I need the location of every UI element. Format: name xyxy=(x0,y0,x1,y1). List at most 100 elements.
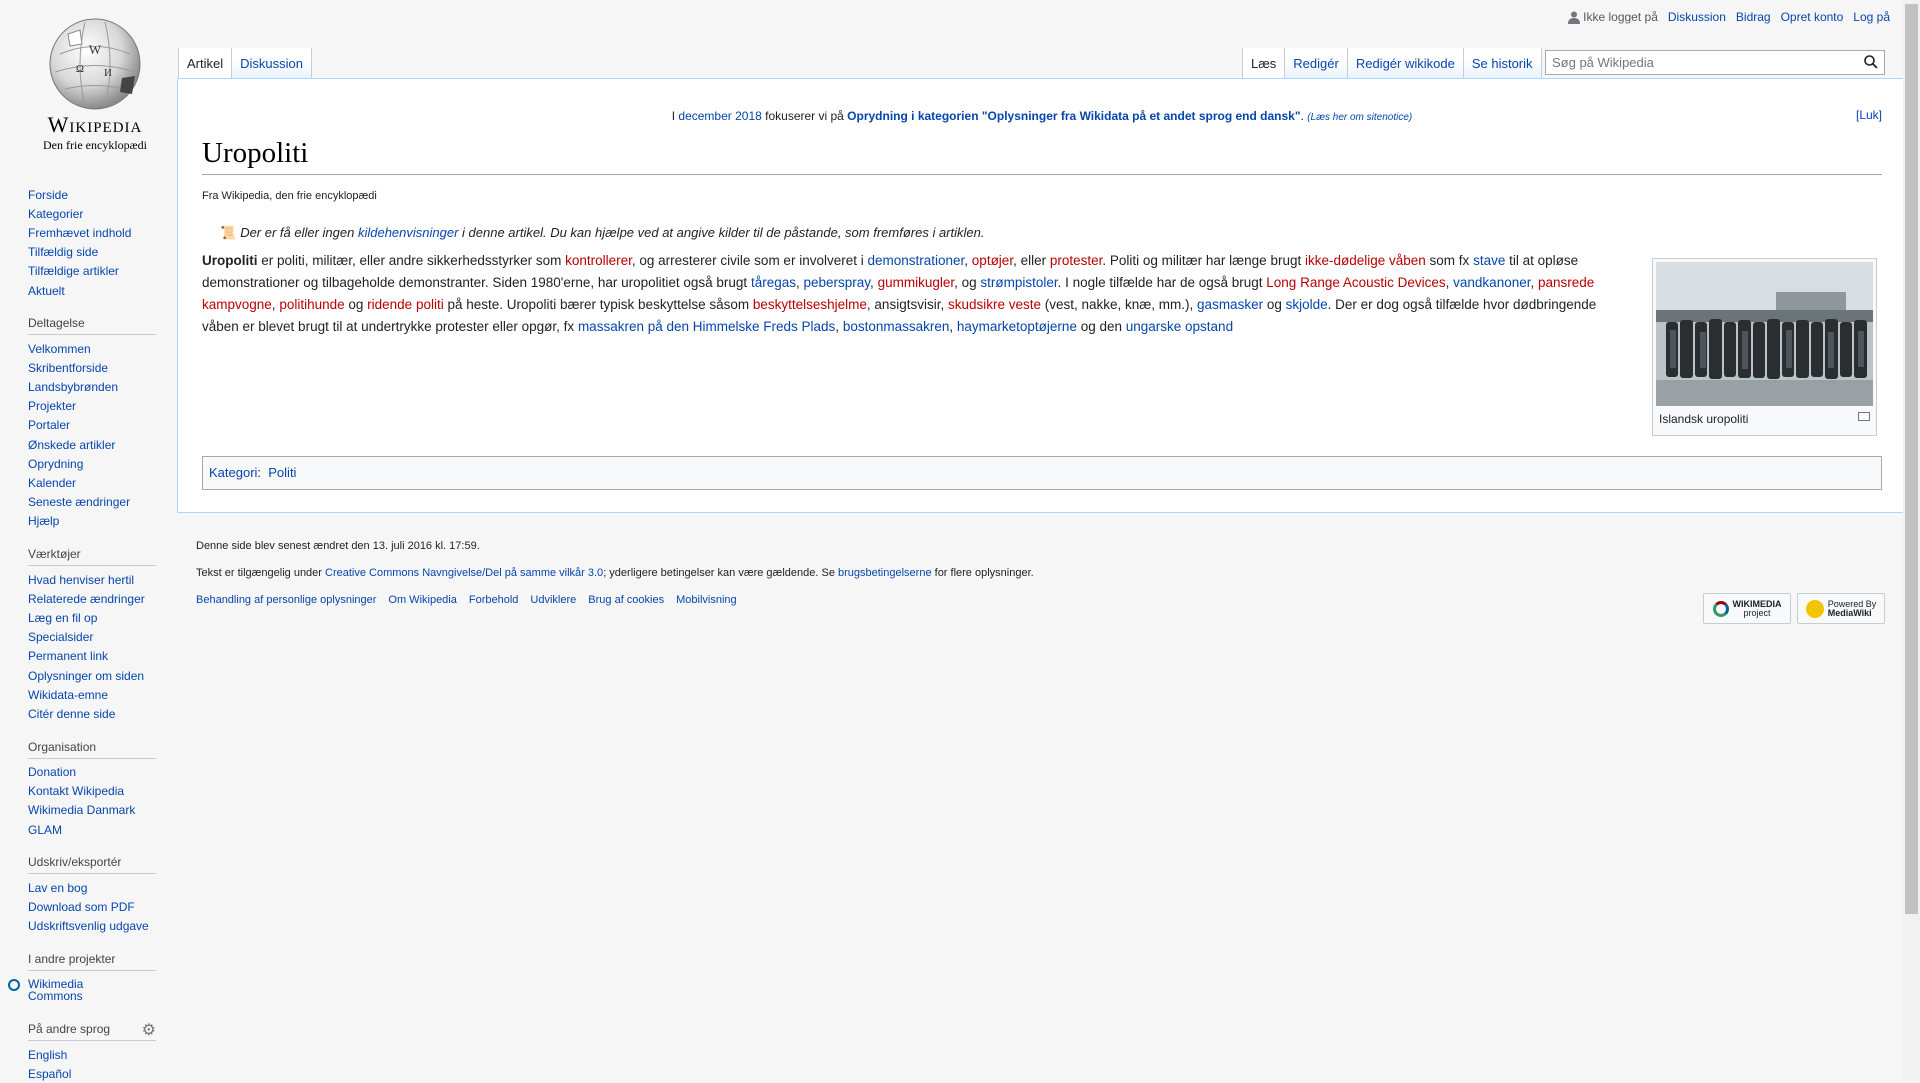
lead-text: , og arresterer civile som er involveret… xyxy=(631,253,868,268)
red-link[interactable]: ridende politi xyxy=(367,297,444,312)
sidebar-item-oprydning[interactable]: Oprydning xyxy=(28,457,83,471)
sidebar-item-portaler[interactable]: Portaler xyxy=(28,418,70,432)
sidebar-item-lang-espanol[interactable]: Español xyxy=(28,1067,71,1081)
wiki-link[interactable]: skjolde xyxy=(1286,297,1328,312)
red-link[interactable]: protester xyxy=(1050,253,1103,268)
red-link[interactable]: politihunde xyxy=(279,297,344,312)
sidebar-item-donation[interactable]: Donation xyxy=(28,765,76,779)
sidebar-item-page-info[interactable]: Oplysninger om siden xyxy=(28,669,144,683)
search-icon[interactable] xyxy=(1864,55,1878,69)
red-link[interactable]: gummikugler xyxy=(878,275,955,290)
wiki-link[interactable]: haymarketoptøjerne xyxy=(957,319,1077,334)
sidebar-item-forside[interactable]: Forside xyxy=(28,188,68,202)
sitenotice-month-link[interactable]: december 2018 xyxy=(678,109,761,123)
sidebar-item-upload-file[interactable]: Læg en fil op xyxy=(28,611,97,625)
wiki-link[interactable]: demonstrationer xyxy=(867,253,964,268)
sidebar-heading-projects: I andre projekter xyxy=(28,952,156,971)
red-link[interactable]: beskyttelseshjelme xyxy=(753,297,867,312)
create-account-link[interactable]: Opret konto xyxy=(1781,10,1844,24)
terms-link[interactable]: brugsbetingelserne xyxy=(838,567,932,579)
sidebar-item-kalender[interactable]: Kalender xyxy=(28,476,76,490)
wiki-link[interactable]: bostonmassakren xyxy=(843,319,950,334)
wikipedia-logo[interactable]: W Ω И Wikipedia Den frie encyklopædi xyxy=(20,14,170,164)
sidebar-item-landsbybronden[interactable]: Landsbybrønden xyxy=(28,380,118,394)
sitenotice-info-link[interactable]: (Læs her om sitenotice) xyxy=(1307,112,1412,123)
wiki-link[interactable]: tåregas xyxy=(751,275,796,290)
wiki-link[interactable]: strømpistoler xyxy=(980,275,1057,290)
footer-about-link[interactable]: Om Wikipedia xyxy=(388,594,456,606)
sidebar-item-aktuelt[interactable]: Aktuelt xyxy=(28,284,65,298)
sidebar-item-kategorier[interactable]: Kategorier xyxy=(28,207,83,221)
sidebar-item-velkommen[interactable]: Velkommen xyxy=(28,342,91,356)
hatnote-link[interactable]: kildehenvisninger xyxy=(358,225,458,240)
category-label-link[interactable]: Kategori xyxy=(209,465,257,480)
svg-text:И: И xyxy=(104,67,112,79)
sidebar-item-permanent-link[interactable]: Permanent link xyxy=(28,649,108,663)
sidebar-item-lang-english[interactable]: English xyxy=(28,1048,67,1062)
login-link[interactable]: Log på xyxy=(1853,10,1890,24)
wiki-link[interactable]: peberspray xyxy=(804,275,871,290)
sidebar-item-special-pages[interactable]: Specialsider xyxy=(28,630,93,644)
sidebar-item-skribentforside[interactable]: Skribentforside xyxy=(28,361,108,375)
footer-developers-link[interactable]: Udviklere xyxy=(530,594,576,606)
wiki-link[interactable]: massakren på den Himmelske Freds Plads xyxy=(578,319,835,334)
sidebar-item-glam[interactable]: GLAM xyxy=(28,823,62,837)
tab-article[interactable]: Artikel xyxy=(178,48,233,78)
tab-read[interactable]: Læs xyxy=(1242,48,1286,78)
sidebar-item-wikimedia-danmark[interactable]: Wikimedia Danmark xyxy=(28,803,135,817)
wiki-link[interactable]: vandkanoner xyxy=(1453,275,1530,290)
red-link[interactable]: skudsikre veste xyxy=(948,297,1041,312)
view-tabs: Læs Redigér Redigér wikikode Se historik xyxy=(1242,48,1542,78)
sidebar-item-wanted-articles[interactable]: Ønskede artikler xyxy=(28,438,115,452)
scrollbar-thumb[interactable] xyxy=(1905,4,1918,914)
personal-contributions-link[interactable]: Bidrag xyxy=(1736,10,1771,24)
enlarge-icon[interactable] xyxy=(1858,412,1870,421)
tab-edit-source[interactable]: Redigér wikikode xyxy=(1347,48,1464,78)
sidebar-item-random-page[interactable]: Tilfældig side xyxy=(28,245,98,259)
red-link[interactable]: kontrollerer xyxy=(565,253,632,268)
red-link[interactable]: ikke-dødelige våben xyxy=(1305,253,1426,268)
tab-discussion[interactable]: Diskussion xyxy=(232,48,312,78)
sidebar-item-related-changes[interactable]: Relaterede ændringer xyxy=(28,592,145,606)
category-politi-link[interactable]: Politi xyxy=(268,465,296,480)
tab-history[interactable]: Se historik xyxy=(1463,48,1542,78)
sidebar-item-help[interactable]: Hjælp xyxy=(28,514,59,528)
red-link[interactable]: optøjer xyxy=(972,253,1013,268)
sidebar-item-featured[interactable]: Fremhævet indhold xyxy=(28,226,131,240)
footer-privacy-link[interactable]: Behandling af personlige oplysninger xyxy=(196,594,376,606)
sitenotice-focus-link[interactable]: Oprydning i kategorien "Oplysninger fra … xyxy=(847,109,1300,123)
sidebar-item-what-links-here[interactable]: Hvad henviser hertil xyxy=(28,573,134,587)
lead-text: , xyxy=(835,319,843,334)
sidebar-item-recent-changes[interactable]: Seneste ændringer xyxy=(28,495,130,509)
personal-talk-link[interactable]: Diskussion xyxy=(1668,10,1726,24)
red-link[interactable]: Long Range Acoustic Devices xyxy=(1266,275,1445,290)
wiki-link[interactable]: ungarske opstand xyxy=(1126,319,1233,334)
lead-text: er politi, militær, eller andre sikkerhe… xyxy=(257,253,566,268)
gear-icon[interactable]: ⚙ xyxy=(142,1020,156,1040)
search-input[interactable] xyxy=(1546,51,1858,73)
footer-mobile-link[interactable]: Mobilvisning xyxy=(676,594,737,606)
wikimedia-project-badge[interactable]: WIKIMEDIA project xyxy=(1703,593,1791,624)
license-link[interactable]: Creative Commons Navngivelse/Del på samm… xyxy=(325,567,603,579)
sidebar-item-projekter[interactable]: Projekter xyxy=(28,399,76,413)
thumbnail: Islandsk uropoliti xyxy=(1652,258,1877,436)
wikimedia-badge-sub: project xyxy=(1743,607,1771,618)
mediawiki-badge[interactable]: Powered By MediaWiki xyxy=(1797,593,1885,624)
riot-police-image[interactable] xyxy=(1656,262,1873,406)
sidebar-item-cite-page[interactable]: Citér denne side xyxy=(28,707,115,721)
sidebar-item-download-pdf[interactable]: Download som PDF xyxy=(28,900,135,914)
sidebar-item-create-book[interactable]: Lav en bog xyxy=(28,881,87,895)
sidebar-item-commons[interactable]: Wikimedia Commons xyxy=(28,977,83,1003)
vertical-scrollbar[interactable] xyxy=(1903,0,1920,1080)
sidebar-item-printable[interactable]: Udskriftsvenlig udgave xyxy=(28,919,149,933)
wiki-link[interactable]: stave xyxy=(1473,253,1505,268)
sidebar-item-wikidata-item[interactable]: Wikidata-emne xyxy=(28,688,108,702)
sidebar-item-random-articles[interactable]: Tilfældige artikler xyxy=(28,264,119,278)
wiki-link[interactable]: gasmasker xyxy=(1197,297,1263,312)
lead-text: , xyxy=(1530,275,1538,290)
tab-edit[interactable]: Redigér xyxy=(1285,48,1348,78)
footer-cookies-link[interactable]: Brug af cookies xyxy=(588,594,664,606)
sidebar-item-contact[interactable]: Kontakt Wikipedia xyxy=(28,784,124,798)
footer-disclaimer-link[interactable]: Forbehold xyxy=(469,594,519,606)
sitenotice-close-button[interactable]: [Luk] xyxy=(1856,108,1882,122)
